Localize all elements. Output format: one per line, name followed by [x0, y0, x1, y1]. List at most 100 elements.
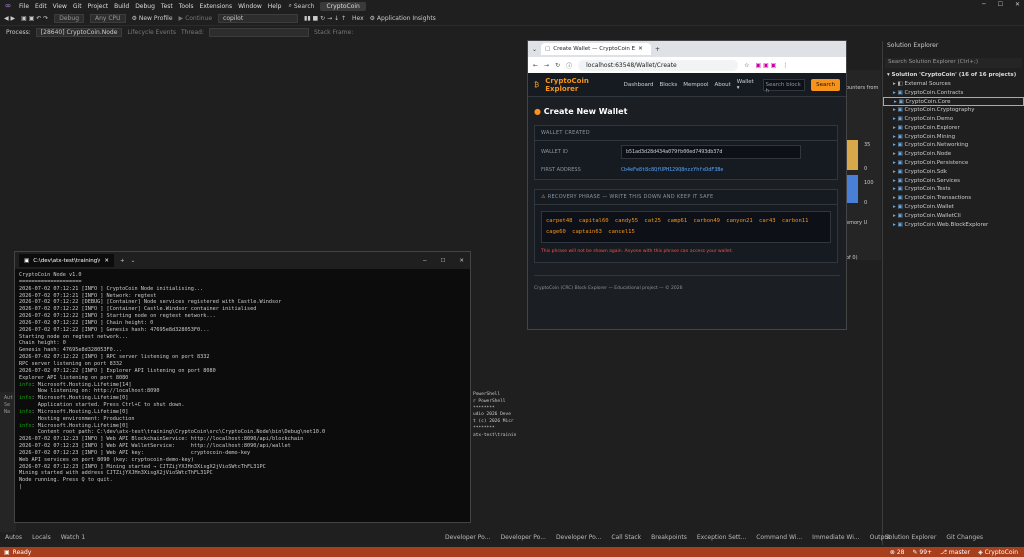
- bookmark-icon[interactable]: ☆: [744, 62, 749, 69]
- project-item[interactable]: ▸ ▣ CryptoCoin.Transactions: [883, 194, 1024, 203]
- search-box[interactable]: Search: [294, 3, 315, 10]
- solution-root[interactable]: ▾ Solution 'CryptoCoin' (16 of 16 projec…: [883, 71, 1024, 80]
- site-search-input[interactable]: Search block h: [762, 78, 806, 94]
- menu-item-debug[interactable]: Debug: [135, 3, 155, 10]
- menu-item-build[interactable]: Build: [114, 3, 129, 10]
- continue-button[interactable]: ▶ Continue: [179, 15, 213, 22]
- project-item[interactable]: ▸ ▣ CryptoCoin.Persistence: [883, 159, 1024, 168]
- platform-dropdown[interactable]: Any CPU: [90, 14, 126, 23]
- debug-controls[interactable]: ▮▮ ■ ↻ → ↓ ↑: [304, 15, 346, 22]
- recovery-phrase[interactable]: carpet48 capital60 candy55 cat25 camp61 …: [541, 211, 831, 243]
- project-item[interactable]: ▸ ▣ CryptoCoin.Mining: [883, 133, 1024, 142]
- back-icon[interactable]: ◀ ▶: [4, 15, 15, 22]
- menu-item-window[interactable]: Window: [238, 3, 262, 10]
- project-item[interactable]: ▸ ▣ CryptoCoin.Node: [883, 150, 1024, 159]
- nav-mempool[interactable]: Mempool: [683, 82, 708, 88]
- minimize-icon[interactable]: ─: [982, 1, 986, 8]
- application-insights-button[interactable]: ⚙ Application Insights: [370, 15, 436, 22]
- maximize-icon[interactable]: ☐: [998, 1, 1003, 8]
- project-item[interactable]: ▸ ▣ CryptoCoin.Tests: [883, 185, 1024, 194]
- menu-item-project[interactable]: Project: [88, 3, 109, 10]
- bottom-tab[interactable]: Exception Sett...: [697, 534, 746, 544]
- project-item[interactable]: ▸ ▣ CryptoCoin.Cryptography: [883, 106, 1024, 115]
- back-icon[interactable]: ←: [533, 62, 538, 69]
- menu-icon[interactable]: ⋮: [782, 62, 788, 69]
- menu-item-tools[interactable]: Tools: [179, 3, 194, 10]
- dropdown-icon[interactable]: ⌄: [131, 258, 136, 264]
- bottom-tab[interactable]: Watch 1: [61, 534, 85, 544]
- project-item[interactable]: ▸ ▣ CryptoCoin.Core: [883, 97, 1024, 107]
- nav-about[interactable]: About: [715, 82, 731, 88]
- project-item[interactable]: ▸ ▣ CryptoCoin.WalletCli: [883, 212, 1024, 221]
- maximize-icon[interactable]: ☐: [440, 258, 445, 264]
- lifecycle-events[interactable]: Lifecycle Events: [127, 29, 176, 36]
- project-item[interactable]: ▸ ▣ CryptoCoin.Wallet: [883, 203, 1024, 212]
- minimize-icon[interactable]: ─: [423, 258, 426, 264]
- solution-search-input[interactable]: Search Solution Explorer (Ctrl+;): [885, 58, 1022, 68]
- bottom-tab[interactable]: Immediate Wi...: [812, 534, 859, 544]
- wallet-id-value[interactable]: b51ad3d28d434a079fb00ed7493db37d: [621, 145, 801, 159]
- bottom-tab[interactable]: Call Stack: [611, 534, 641, 544]
- bottom-tab[interactable]: Solution Explorer: [885, 534, 936, 544]
- hex-toggle[interactable]: Hex: [352, 15, 364, 22]
- forward-icon[interactable]: →: [544, 62, 549, 69]
- new-tab-icon[interactable]: +: [120, 258, 125, 264]
- save-all-icon[interactable]: ▣ ▣ ↶ ↷: [21, 15, 48, 22]
- tab-list-icon[interactable]: ⌄: [532, 46, 537, 53]
- warning-count[interactable]: ✎ 99+: [912, 549, 932, 556]
- extensions-icon[interactable]: ▣ ▣ ▣: [756, 62, 777, 69]
- bottom-tab[interactable]: Command Wi...: [756, 534, 802, 544]
- project-item[interactable]: ▸ ▣ CryptoCoin.Explorer: [883, 124, 1024, 133]
- project-item[interactable]: ▸ ▣ CryptoCoin.Services: [883, 177, 1024, 186]
- project-item[interactable]: ▸ ◧ External Sources: [883, 80, 1024, 89]
- thread-dropdown[interactable]: [208, 27, 309, 37]
- project-item[interactable]: ▸ ▣ CryptoCoin.Web.BlockExplorer: [883, 221, 1024, 230]
- nav-dashboard[interactable]: Dashboard: [624, 82, 654, 88]
- branch[interactable]: ⎇ master: [940, 549, 970, 556]
- config-dropdown[interactable]: Debug: [54, 14, 84, 23]
- project-item[interactable]: ▸ ▣ CryptoCoin.Contracts: [883, 89, 1024, 98]
- bottom-tab[interactable]: Developer Po...: [556, 534, 601, 544]
- bottom-tab[interactable]: Git Changes: [946, 534, 983, 544]
- menu-item-extensions[interactable]: Extensions: [200, 3, 233, 10]
- diag-memory-tab[interactable]: emory U: [846, 220, 867, 226]
- close-icon[interactable]: ✕: [1015, 1, 1020, 8]
- project-label: CryptoCoin.Cryptography: [904, 107, 975, 114]
- menu-item-git[interactable]: Git: [73, 3, 82, 10]
- nav-wallet[interactable]: Wallet ▾: [737, 79, 757, 91]
- bottom-tab[interactable]: Locals: [32, 534, 51, 544]
- browser-tab[interactable]: ▢ Create Wallet — CryptoCoin E ✕: [541, 43, 652, 55]
- site-info-icon[interactable]: ⓘ: [566, 61, 572, 70]
- menu-item-edit[interactable]: Edit: [35, 3, 47, 10]
- search-icon[interactable]: ⌕: [288, 2, 291, 10]
- first-address-value[interactable]: Cb4eFe8t8c8QfUPH129Q8nzzYhfxDdF3Be: [621, 167, 723, 173]
- terminal-line: Web API services on port 8090 (key: cryp…: [19, 456, 194, 463]
- site-search-button[interactable]: Search: [811, 78, 840, 91]
- terminal-tab[interactable]: ▣ C:\dev\atx-test\training\Cryp ✕: [19, 254, 114, 267]
- menu-item-file[interactable]: File: [19, 3, 29, 10]
- url-field[interactable]: localhost:63548/Wallet/Create: [578, 59, 739, 71]
- copilot-box[interactable]: copilot: [218, 14, 299, 23]
- repo[interactable]: ◈ CryptoCoin: [978, 549, 1018, 556]
- bottom-tab[interactable]: Developer Po...: [500, 534, 545, 544]
- bottom-tab[interactable]: Developer Po...: [445, 534, 490, 544]
- menu-item-help[interactable]: Help: [268, 3, 282, 10]
- new-tab-icon[interactable]: +: [655, 46, 660, 53]
- site-logo[interactable]: CryptoCoin Explorer: [545, 77, 617, 93]
- close-tab-icon[interactable]: ✕: [104, 258, 109, 264]
- menu-item-view[interactable]: View: [53, 3, 67, 10]
- terminal-output[interactable]: CryptoCoin Node v1.0 ====================…: [15, 269, 470, 494]
- reload-icon[interactable]: ↻: [555, 62, 560, 69]
- error-count[interactable]: ⊗ 28: [890, 549, 905, 556]
- project-item[interactable]: ▸ ▣ CryptoCoin.Sdk: [883, 168, 1024, 177]
- nav-blocks[interactable]: Blocks: [660, 82, 678, 88]
- bottom-tab[interactable]: Autos: [5, 534, 22, 544]
- bottom-tab[interactable]: Breakpoints: [651, 534, 687, 544]
- process-dropdown[interactable]: [28640] CryptoCoin.Node: [35, 27, 123, 37]
- project-item[interactable]: ▸ ▣ CryptoCoin.Demo: [883, 115, 1024, 124]
- close-tab-icon[interactable]: ✕: [638, 46, 643, 52]
- close-icon[interactable]: ✕: [459, 258, 464, 264]
- menu-item-test[interactable]: Test: [161, 3, 173, 10]
- project-item[interactable]: ▸ ▣ CryptoCoin.Networking: [883, 141, 1024, 150]
- new-profile-button[interactable]: ⚙ New Profile: [132, 15, 173, 22]
